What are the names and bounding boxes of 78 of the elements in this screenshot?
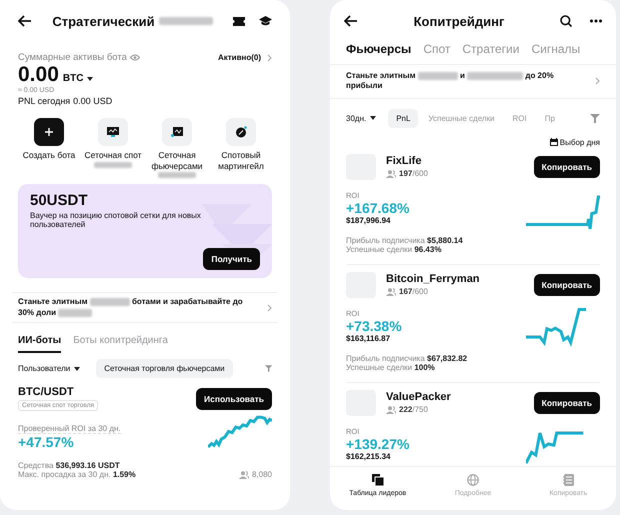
followers-count: 197/600 <box>399 169 428 178</box>
filter-icon[interactable] <box>264 364 272 374</box>
trader-name[interactable]: ValuePacker <box>386 391 451 404</box>
copy-button[interactable]: Копировать <box>534 392 600 414</box>
filter-icon[interactable] <box>590 114 600 123</box>
pnl-value: 0.00 USD <box>73 96 112 106</box>
use-button[interactable]: Использовать <box>196 388 272 410</box>
users-icon <box>238 470 249 479</box>
create-bot-button[interactable] <box>34 118 64 146</box>
action-label: Сеточная фьючерсами <box>150 150 204 172</box>
win-rate-text: Успешные сделки 100% <box>346 362 436 372</box>
filter-chip[interactable]: Сеточная торговля фьючерсами <box>96 359 233 378</box>
caret-icon <box>370 116 376 120</box>
bot-type-button[interactable] <box>226 118 256 146</box>
copy-button[interactable]: Копировать <box>534 274 600 296</box>
claim-button[interactable]: Получить <box>203 248 260 270</box>
users-icon <box>386 170 396 178</box>
banner-text[interactable]: Станьте элитным и до 20% прибыли <box>346 71 587 92</box>
roi-value: +47.57% <box>18 434 75 450</box>
calendar-icon <box>550 138 558 146</box>
compass-icon <box>235 126 247 138</box>
more-icon[interactable] <box>590 19 602 23</box>
promo-title: 50USDT <box>30 192 89 210</box>
action-label: Спотовый мартингейл <box>217 150 265 172</box>
currency-select[interactable]: BTC <box>62 73 84 84</box>
subscriber-profit-text: Прибыль подписчика $5,880.14 <box>346 236 464 245</box>
back-icon[interactable] <box>18 15 32 27</box>
pnl-amount: $163,116.87 <box>346 334 392 343</box>
pnl-amount: $187,996.94 <box>346 216 392 225</box>
period-dropdown[interactable]: 30дн. <box>346 114 366 123</box>
banner-text[interactable]: Станьте элитным ботами и зарабатывайте до 30% доли <box>18 297 259 318</box>
tab[interactable]: ИИ-боты <box>18 335 62 354</box>
chart-monitor-icon <box>171 127 183 137</box>
roi-label: Проверенный ROI за 30 дн. <box>18 424 121 434</box>
followers-count: 222/750 <box>399 405 428 414</box>
users-count: 8,080 <box>252 470 272 480</box>
notebook-icon <box>562 474 574 486</box>
users-icon <box>386 406 396 414</box>
bot-type-button[interactable] <box>98 118 128 146</box>
promo-text: Ваучер на позицию спотовой сетки для новых пользователей <box>30 211 202 230</box>
bot-type-button[interactable] <box>162 118 192 146</box>
caret-icon <box>74 366 80 371</box>
copy-button[interactable]: Копировать <box>534 156 600 178</box>
globe-icon <box>466 474 479 486</box>
drawdown-text: Макс. просадка за 30 дн. 1.59% <box>18 470 136 480</box>
plus-icon <box>44 127 54 137</box>
eye-icon[interactable] <box>130 54 140 61</box>
users-icon <box>386 288 396 296</box>
screen-title: Стратегический <box>52 14 155 28</box>
roi-value: +73.38% <box>346 318 402 334</box>
chart-monitor-icon <box>107 127 119 137</box>
action-label: Создать бота <box>22 150 76 161</box>
roi-value: +167.68% <box>346 200 410 216</box>
trader-name[interactable]: Bitcoin_Ferryman <box>386 273 480 286</box>
pnl-amount: $162,215.34 <box>346 452 392 461</box>
back-icon[interactable] <box>344 15 358 27</box>
win-rate-text: Успешные сделки 96.43% <box>346 244 442 254</box>
pnl-label: PNL сегодня <box>18 96 70 106</box>
pair-name: BTC/USDT <box>18 386 75 398</box>
assets-label: Суммарные активы бота <box>18 52 127 63</box>
tab[interactable]: Фьючерсы <box>346 42 412 56</box>
followers-count: 167/600 <box>399 287 428 296</box>
roi-value: +139.27% <box>346 436 410 452</box>
caret-icon <box>87 77 94 81</box>
action-label: Сеточная спот <box>84 150 142 161</box>
search-icon[interactable] <box>560 15 572 27</box>
assets-amount: 0.00 <box>18 63 59 87</box>
users-dropdown[interactable]: Пользователи <box>18 364 70 374</box>
sort-chip[interactable]: PnL <box>388 108 418 128</box>
funds-text: Средства 536,993.16 USDT <box>18 461 121 470</box>
layers-icon <box>372 474 384 486</box>
date-picker[interactable]: Выбор дня <box>560 138 600 147</box>
ticket-icon[interactable] <box>233 16 245 26</box>
subscriber-profit-text: Прибыль подписчика $67,832.82 <box>346 354 468 363</box>
trader-name[interactable]: FixLife <box>386 155 428 168</box>
screen-title: Копитрейдинг <box>414 14 504 28</box>
graduation-cap-icon[interactable] <box>259 16 272 26</box>
active-bots-link[interactable]: Активно(0) <box>218 53 261 62</box>
